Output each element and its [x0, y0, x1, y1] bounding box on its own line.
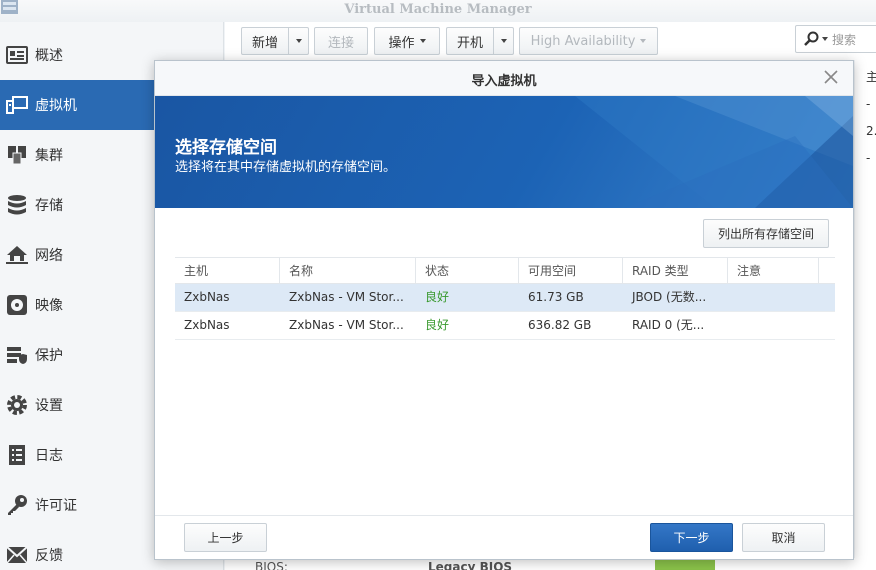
back-button[interactable]: 上一步 — [184, 523, 267, 552]
cell-raid-type: RAID 0 (无... — [632, 318, 705, 332]
chevron-down-icon — [640, 39, 647, 43]
sidebar-item-label: 网络 — [35, 248, 63, 264]
toolbar: 新增 连接 操作 开机 High Availability 搜索 — [225, 22, 876, 60]
power-on-dropdown-button[interactable] — [493, 27, 514, 55]
background-cell: - — [866, 151, 871, 165]
license-icon — [5, 493, 29, 517]
sidebar-item-label: 概述 — [35, 48, 63, 64]
cell-name: ZxbNas - VM Stor... — [289, 318, 404, 332]
protection-icon — [5, 343, 29, 367]
import-vm-dialog: 导入虚拟机 选择存储空间 选择将在其中存储虚拟机的存储空间。 列出所有存储空间 … — [154, 60, 854, 560]
image-icon — [5, 293, 29, 317]
column-header-status[interactable]: 状态 — [416, 258, 519, 284]
next-button[interactable]: 下一步 — [650, 523, 733, 552]
cell-note — [728, 284, 819, 311]
column-header-raid-type[interactable]: RAID 类型 — [623, 258, 728, 284]
ha-label: High Availability — [530, 33, 636, 49]
new-button[interactable]: 新增 — [241, 27, 289, 55]
sidebar-item-label: 存储 — [35, 198, 63, 214]
cell-free-space: 636.82 GB — [528, 318, 592, 332]
search-placeholder: 搜索 — [832, 32, 857, 47]
sidebar-item-label: 虚拟机 — [35, 98, 77, 114]
action-button[interactable]: 操作 — [374, 27, 440, 55]
action-label: 操作 — [388, 35, 415, 51]
new-dropdown-button[interactable] — [288, 27, 309, 55]
background-cell: 2. — [866, 124, 876, 138]
chevron-down-icon — [500, 39, 507, 43]
settings-icon — [5, 393, 29, 417]
sidebar-item-label: 集群 — [35, 148, 63, 164]
cell-status: 良好 — [425, 318, 450, 332]
background-bios-value: Legacy BIOS — [428, 560, 513, 570]
cell-name: ZxbNas - VM Stor... — [289, 290, 404, 304]
high-availability-button[interactable]: High Availability — [519, 27, 658, 55]
background-cell: - — [866, 97, 871, 111]
table-header: 主机 名称 状态 可用空间 RAID 类型 注意 — [175, 257, 835, 284]
sidebar-item-label: 日志 — [35, 448, 63, 464]
chevron-down-icon — [295, 39, 302, 43]
cell-free-space: 61.73 GB — [528, 290, 584, 304]
log-icon — [5, 443, 29, 467]
cell-status: 良好 — [425, 290, 450, 304]
feedback-icon — [5, 543, 29, 567]
title-bar: Virtual Machine Manager — [0, 0, 876, 22]
background-col-header: 主 — [866, 70, 876, 84]
column-header-note[interactable]: 注意 — [728, 258, 819, 284]
close-icon[interactable] — [823, 69, 839, 85]
sidebar-item-label: 映像 — [35, 298, 63, 314]
sidebar-item-label: 反馈 — [35, 548, 63, 564]
chevron-down-icon — [419, 39, 426, 43]
cell-raid-type: JBOD (无数... — [632, 290, 707, 304]
cell-host: ZxbNas — [184, 318, 230, 332]
search-input[interactable]: 搜索 — [795, 25, 876, 53]
background-bios-label: BIOS: — [255, 560, 288, 570]
connect-button[interactable]: 连接 — [314, 27, 368, 55]
column-header-free-space[interactable]: 可用空间 — [519, 258, 623, 284]
sidebar-item-label: 设置 — [35, 398, 63, 414]
search-icon — [804, 31, 819, 46]
storage-icon — [5, 193, 29, 217]
chevron-down-icon — [822, 37, 828, 41]
table-row[interactable]: ZxbNas ZxbNas - VM Stor... 良好 636.82 GB … — [175, 312, 835, 340]
vm-icon — [5, 93, 29, 117]
sidebar-item-label: 保护 — [35, 348, 63, 364]
list-all-storage-button[interactable]: 列出所有存储空间 — [703, 219, 829, 248]
column-header-host[interactable]: 主机 — [175, 258, 280, 284]
table-row[interactable]: ZxbNas ZxbNas - VM Stor... 良好 61.73 GB J… — [175, 284, 835, 312]
dialog-title: 导入虚拟机 — [471, 74, 537, 89]
overview-icon — [5, 43, 29, 67]
sidebar-item-label: 许可证 — [35, 498, 77, 514]
app-title: Virtual Machine Manager — [344, 2, 532, 17]
step-title: 选择存储空间 — [175, 138, 277, 158]
column-header-name[interactable]: 名称 — [280, 258, 416, 284]
cell-host: ZxbNas — [184, 290, 230, 304]
power-on-button[interactable]: 开机 — [446, 27, 494, 55]
network-icon — [5, 243, 29, 267]
step-subtitle: 选择将在其中存储虚拟机的存储空间。 — [175, 160, 397, 175]
cancel-button[interactable]: 取消 — [742, 523, 825, 552]
storage-table: 主机 名称 状态 可用空间 RAID 类型 注意 ZxbNas ZxbNas -… — [175, 257, 835, 340]
dialog-header: 导入虚拟机 — [155, 61, 853, 96]
cluster-icon — [5, 143, 29, 167]
dialog-footer: 上一步 下一步 取消 — [155, 515, 853, 559]
wizard-banner: 选择存储空间 选择将在其中存储虚拟机的存储空间。 — [155, 96, 853, 208]
cell-note — [728, 312, 819, 339]
